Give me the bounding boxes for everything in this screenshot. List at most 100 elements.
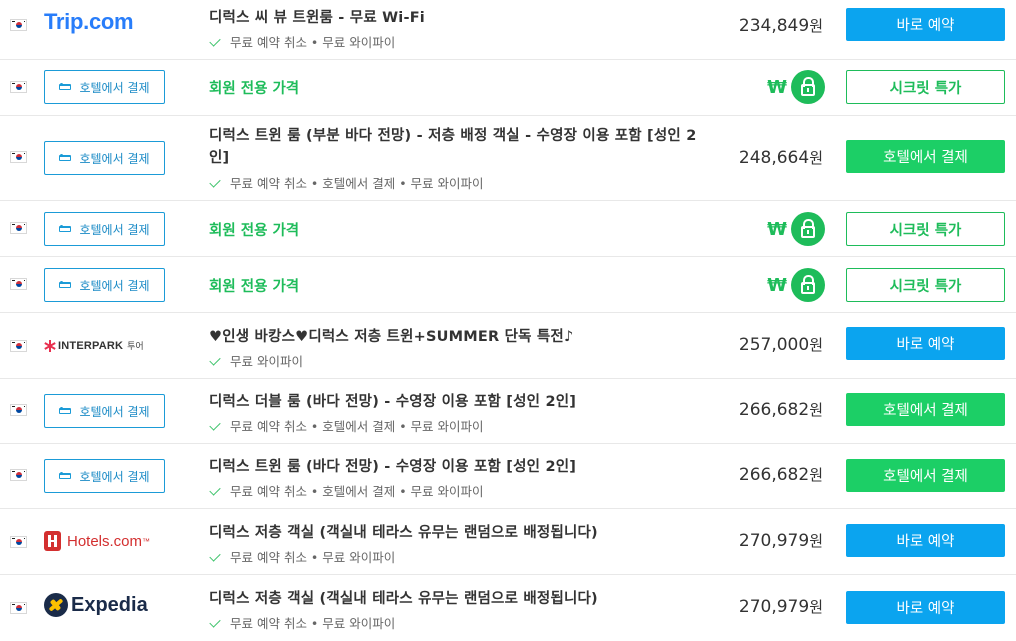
deal-row: 호텔에서 결제 디럭스 트윈 룸 (바다 전망) - 수영장 이용 포함 [성인… [0,444,1016,509]
check-icon [209,550,221,562]
room-price: 257,000원 [739,334,823,355]
price-value: 266,682 [738,400,810,420]
price-value: 234,849 [738,16,810,36]
room-features: 무료 예약 취소 • 무료 와이파이 [209,613,395,632]
currency-unit: 원 [809,401,823,419]
locked-price[interactable]: ₩ [767,70,825,104]
hotel-pay-provider[interactable]: 호텔에서 결제 [44,394,165,428]
currency-unit: 원 [809,336,823,354]
hotels-com-logo[interactable]: Hotels.com ™ [44,531,150,551]
bed-icon [59,472,72,480]
pay-at-hotel-button[interactable]: 호텔에서 결제 [846,140,1005,173]
room-title[interactable]: 디럭스 씨 뷰 트윈룸 - 무료 Wi-Fi [209,6,425,27]
hotel-pay-provider[interactable]: 호텔에서 결제 [44,212,165,246]
room-features: 무료 예약 취소 • 호텔에서 결제 • 무료 와이파이 [209,173,484,192]
price-value: 270,979 [738,597,810,617]
room-title[interactable]: ♥인생 바캉스♥디럭스 저층 트윈+SUMMER 단독 특전♪ [209,325,573,346]
currency-unit: 원 [809,532,823,550]
hotel-pay-provider[interactable]: 호텔에서 결제 [44,459,165,493]
hotel-pay-provider-label: 호텔에서 결제 [79,80,150,95]
interpark-brand: INTERPARK [58,339,124,352]
room-features-text: 무료 예약 취소 • 호텔에서 결제 • 무료 와이파이 [230,419,484,434]
check-icon [209,354,221,366]
room-price: 234,849원 [739,15,823,36]
book-now-button[interactable]: 바로 예약 [846,591,1005,624]
expedia-globe-icon [44,593,68,617]
bed-icon [59,83,72,91]
hotel-pay-provider[interactable]: 호텔에서 결제 [44,141,165,175]
hotels-brand: Hotels.com [67,532,143,550]
room-features: 무료 와이파이 [209,351,303,370]
check-icon [209,419,221,431]
deal-row: 호텔에서 결제 회원 전용 가격 ₩ 시크릿 특가 [0,201,1016,257]
deal-row: 호텔에서 결제 회원 전용 가격 ₩ 시크릿 특가 [0,60,1016,116]
hotels-h-icon [44,531,61,551]
locked-price[interactable]: ₩ [767,268,825,302]
interpark-tour-label: 투어 [127,341,144,351]
member-price-label: 회원 전용 가격 [209,279,300,295]
won-sign: ₩ [767,274,787,296]
secret-deal-button[interactable]: 시크릿 특가 [846,70,1005,104]
locked-price[interactable]: ₩ [767,212,825,246]
south-korea-flag-icon [10,278,27,290]
deal-row: Trip.com 디럭스 씨 뷰 트윈룸 - 무료 Wi-Fi 무료 예약 취소… [0,0,1016,60]
south-korea-flag-icon [10,602,27,614]
room-features: 무료 예약 취소 • 무료 와이파이 [209,32,395,51]
lock-icon [791,268,825,302]
check-icon [209,35,221,47]
secret-deal-button[interactable]: 시크릿 특가 [846,268,1005,302]
secret-deal-button[interactable]: 시크릿 특가 [846,212,1005,246]
room-features-text: 무료 예약 취소 • 호텔에서 결제 • 무료 와이파이 [230,484,484,499]
room-title[interactable]: 디럭스 더블 룸 (바다 전망) - 수영장 이용 포함 [성인 2인] [209,390,576,411]
south-korea-flag-icon [10,340,27,352]
room-title[interactable]: 디럭스 저층 객실 (객실내 테라스 유무는 랜덤으로 배정됩니다) [209,587,598,608]
room-title[interactable]: 디럭스 트윈 룸 (바다 전망) - 수영장 이용 포함 [성인 2인] [209,455,576,476]
trip-com-logo[interactable]: Trip.com [44,9,134,35]
room-title[interactable]: 디럭스 트윈 룸 (부분 바다 전망) - 저층 배정 객실 - 수영장 이용 … [209,125,709,169]
member-price-label: 회원 전용 가격 [209,223,300,239]
room-features-text: 무료 예약 취소 • 무료 와이파이 [230,616,396,631]
deal-row: INTERPARK 투어 ♥인생 바캉스♥디럭스 저층 트윈+SUMMER 단독… [0,313,1016,379]
expedia-brand: Expedia [71,593,148,616]
room-title[interactable]: 디럭스 저층 객실 (객실내 테라스 유무는 랜덤으로 배정됩니다) [209,521,598,542]
book-now-button[interactable]: 바로 예약 [846,8,1005,41]
south-korea-flag-icon [10,81,27,93]
book-now-button[interactable]: 바로 예약 [846,524,1005,557]
interpark-logo[interactable]: INTERPARK 투어 [44,339,144,352]
south-korea-flag-icon [10,151,27,163]
lock-icon [791,70,825,104]
check-icon [209,176,221,188]
room-features-text: 무료 와이파이 [230,354,303,369]
deal-row: 호텔에서 결제 디럭스 트윈 룸 (부분 바다 전망) - 저층 배정 객실 -… [0,116,1016,201]
pay-at-hotel-button[interactable]: 호텔에서 결제 [846,459,1005,492]
member-price-label: 회원 전용 가격 [209,81,300,97]
book-now-button[interactable]: 바로 예약 [846,327,1005,360]
price-value: 266,682 [738,465,810,485]
hotel-pay-provider-label: 호텔에서 결제 [79,222,150,237]
hotel-pay-provider[interactable]: 호텔에서 결제 [44,70,165,104]
bed-icon [59,407,72,415]
lock-icon [791,212,825,246]
south-korea-flag-icon [10,536,27,548]
currency-unit: 원 [809,149,823,167]
deal-row: 호텔에서 결제 회원 전용 가격 ₩ 시크릿 특가 [0,257,1016,313]
bed-icon [59,154,72,162]
room-price: 248,664원 [739,147,823,168]
check-icon [209,616,221,628]
room-price: 270,979원 [739,596,823,617]
pay-at-hotel-button[interactable]: 호텔에서 결제 [846,393,1005,426]
expedia-logo[interactable]: Expedia [44,593,148,617]
currency-unit: 원 [809,466,823,484]
won-sign: ₩ [767,218,787,240]
hotel-pay-provider-label: 호텔에서 결제 [79,404,150,419]
room-price: 266,682원 [739,464,823,485]
deal-row: Hotels.com ™ 디럭스 저층 객실 (객실내 테라스 유무는 랜덤으로 … [0,509,1016,575]
room-features-text: 무료 예약 취소 • 무료 와이파이 [230,35,396,50]
price-value: 270,979 [738,531,810,551]
south-korea-flag-icon [10,19,27,31]
interpark-mark-icon [44,339,56,352]
hotel-pay-provider[interactable]: 호텔에서 결제 [44,268,165,302]
hotel-pay-provider-label: 호텔에서 결제 [79,469,150,484]
check-icon [209,484,221,496]
price-value: 248,664 [738,148,810,168]
